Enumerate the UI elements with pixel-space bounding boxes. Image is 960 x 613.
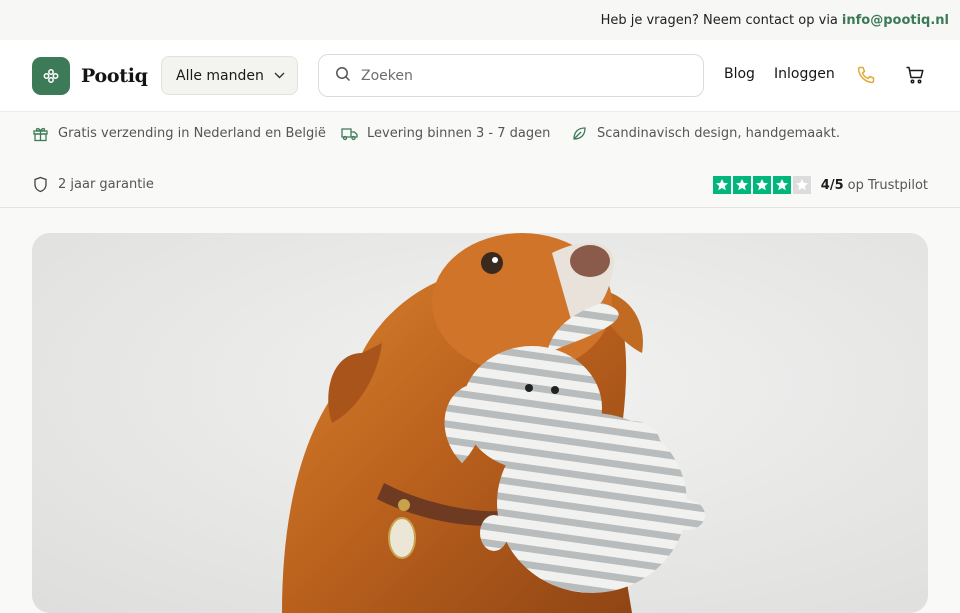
category-dropdown[interactable]: Alle manden [161,56,298,95]
usp-item: Levering binnen 3 - 7 dagen [341,125,550,142]
trustpilot-rating[interactable]: 4/5 op Trustpilot [712,176,928,194]
hero-image [32,233,928,613]
star-icon [732,176,751,194]
usp-item: Scandinavisch design, handgemaakt. [571,125,840,142]
blog-link[interactable]: Blog [724,66,755,82]
truck-icon [341,128,358,141]
rating-score: 4/5 [820,177,844,193]
usp-text: Scandinavisch design, handgemaakt. [597,126,840,141]
paw-logo-icon [32,56,70,95]
usp-item: 2 jaar garantie [32,176,154,193]
usp-bar: Gratis verzending in Nederland en België… [0,112,960,208]
rating-stars [712,176,813,194]
cart-icon[interactable] [902,62,928,88]
usp-item: Gratis verzending in Nederland en België [32,125,326,142]
contact-bar: Heb je vragen? Neem contact op via info@… [0,0,960,40]
phone-icon[interactable] [853,62,879,88]
star-icon [772,176,791,194]
contact-email-link[interactable]: info@pootiq.nl [842,13,949,28]
star-icon [712,176,731,194]
usp-text: Levering binnen 3 - 7 dagen [367,126,551,141]
star-icon [752,176,771,194]
login-link[interactable]: Inloggen [774,66,835,82]
gift-icon [33,127,48,142]
usp-text: Gratis verzending in Nederland en België [58,126,326,141]
leaf-icon [573,127,586,140]
chevron-down-icon [274,72,285,79]
search-icon [335,66,351,86]
brand-logo[interactable]: Pootiq [32,56,148,95]
search-input[interactable] [361,67,681,84]
star-icon [792,176,811,194]
brand-name: Pootiq [81,64,148,87]
category-dropdown-label: Alle manden [176,67,264,84]
site-header: Pootiq Alle manden Blog Inloggen [0,40,960,112]
search-bar[interactable] [318,54,704,97]
shield-icon [34,176,47,193]
rating-source: op Trustpilot [847,177,928,193]
contact-text: Heb je vragen? Neem contact op via [600,12,838,28]
usp-text: 2 jaar garantie [58,177,154,192]
